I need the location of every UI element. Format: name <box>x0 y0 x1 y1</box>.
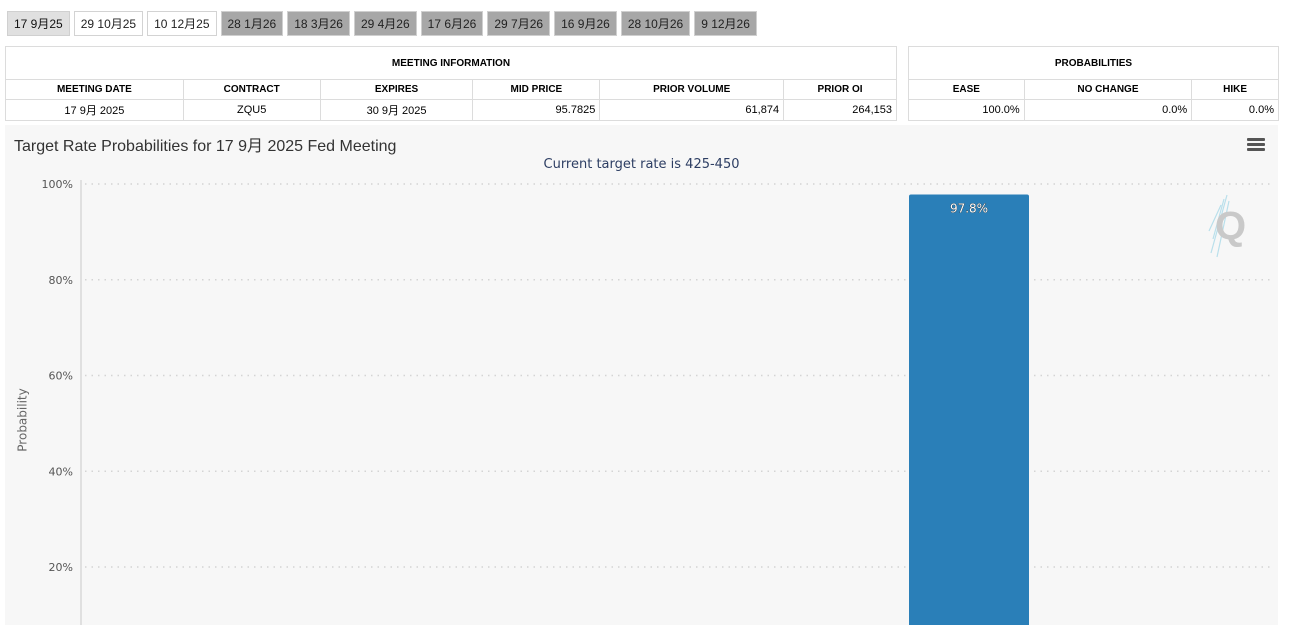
y-tick-label: 100% <box>42 178 73 191</box>
y-tick-label: 60% <box>49 370 73 383</box>
col-header-no-change: NO CHANGE <box>1023 79 1193 100</box>
y-tick-label: 20% <box>49 561 73 574</box>
contract-cell: ZQU5 <box>182 99 321 121</box>
no-change-cell: 0.0% <box>1023 99 1193 121</box>
tab-meeting-5[interactable]: 29 4月26 <box>353 11 417 36</box>
col-header-meeting-date: MEETING DATE <box>5 79 184 100</box>
tab-meeting-6[interactable]: 17 6月26 <box>420 11 484 36</box>
hike-cell: 0.0% <box>1191 99 1279 121</box>
meeting-information-title: MEETING INFORMATION <box>5 46 897 80</box>
tab-meeting-1[interactable]: 29 10月25 <box>73 11 144 36</box>
bar[interactable] <box>909 194 1029 625</box>
meeting-date-cell: 17 9月 2025 <box>5 99 184 121</box>
bar-data-label: 97.8% <box>950 202 988 216</box>
prior-volume-cell: 61,874 <box>599 99 785 121</box>
prior-oi-cell: 264,153 <box>783 99 897 121</box>
meeting-information-table: MEETING INFORMATION MEETING DATE CONTRAC… <box>5 46 897 121</box>
probabilities-table: PROBABILITIES EASE NO CHANGE HIKE 100.0%… <box>908 46 1279 121</box>
expires-cell: 30 9月 2025 <box>319 99 474 121</box>
col-header-mid-price: MID PRICE <box>472 79 601 100</box>
table-row: 100.0% 0.0% 0.0% <box>908 99 1279 121</box>
tab-meeting-7[interactable]: 29 7月26 <box>487 11 551 36</box>
col-header-prior-volume: PRIOR VOLUME <box>599 79 785 100</box>
tab-meeting-0[interactable]: 17 9月25 <box>7 11 70 36</box>
col-header-prior-oi: PRIOR OI <box>783 79 897 100</box>
col-header-expires: EXPIRES <box>319 79 474 100</box>
tab-meeting-10[interactable]: 9 12月26 <box>694 11 757 36</box>
probabilities-title: PROBABILITIES <box>908 46 1279 80</box>
col-header-ease: EASE <box>908 79 1025 100</box>
y-tick-label: 40% <box>49 465 73 478</box>
tab-meeting-2[interactable]: 10 12月25 <box>147 11 217 36</box>
chart-panel: Target Rate Probabilities for 17 9月 2025… <box>5 125 1278 625</box>
tab-meeting-3[interactable]: 28 1月26 <box>220 11 284 36</box>
y-tick-label: 80% <box>49 274 73 287</box>
meeting-tabs: 17 9月25 29 10月25 10 12月25 28 1月26 18 3月26 29 … <box>7 11 757 36</box>
col-header-contract: CONTRACT <box>182 79 321 100</box>
ease-cell: 100.0% <box>908 99 1025 121</box>
mid-price-cell: 95.7825 <box>472 99 601 121</box>
col-header-hike: HIKE <box>1191 79 1279 100</box>
tab-meeting-8[interactable]: 16 9月26 <box>554 11 617 36</box>
bar-chart: 20% 40% 60% 80% 100% 97.8% <box>42 178 1270 625</box>
tab-meeting-9[interactable]: 28 10月26 <box>620 11 691 36</box>
tab-meeting-4[interactable]: 18 3月26 <box>287 11 350 36</box>
table-row: 17 9月 2025 ZQU5 30 9月 2025 95.7825 61,87… <box>5 99 897 121</box>
